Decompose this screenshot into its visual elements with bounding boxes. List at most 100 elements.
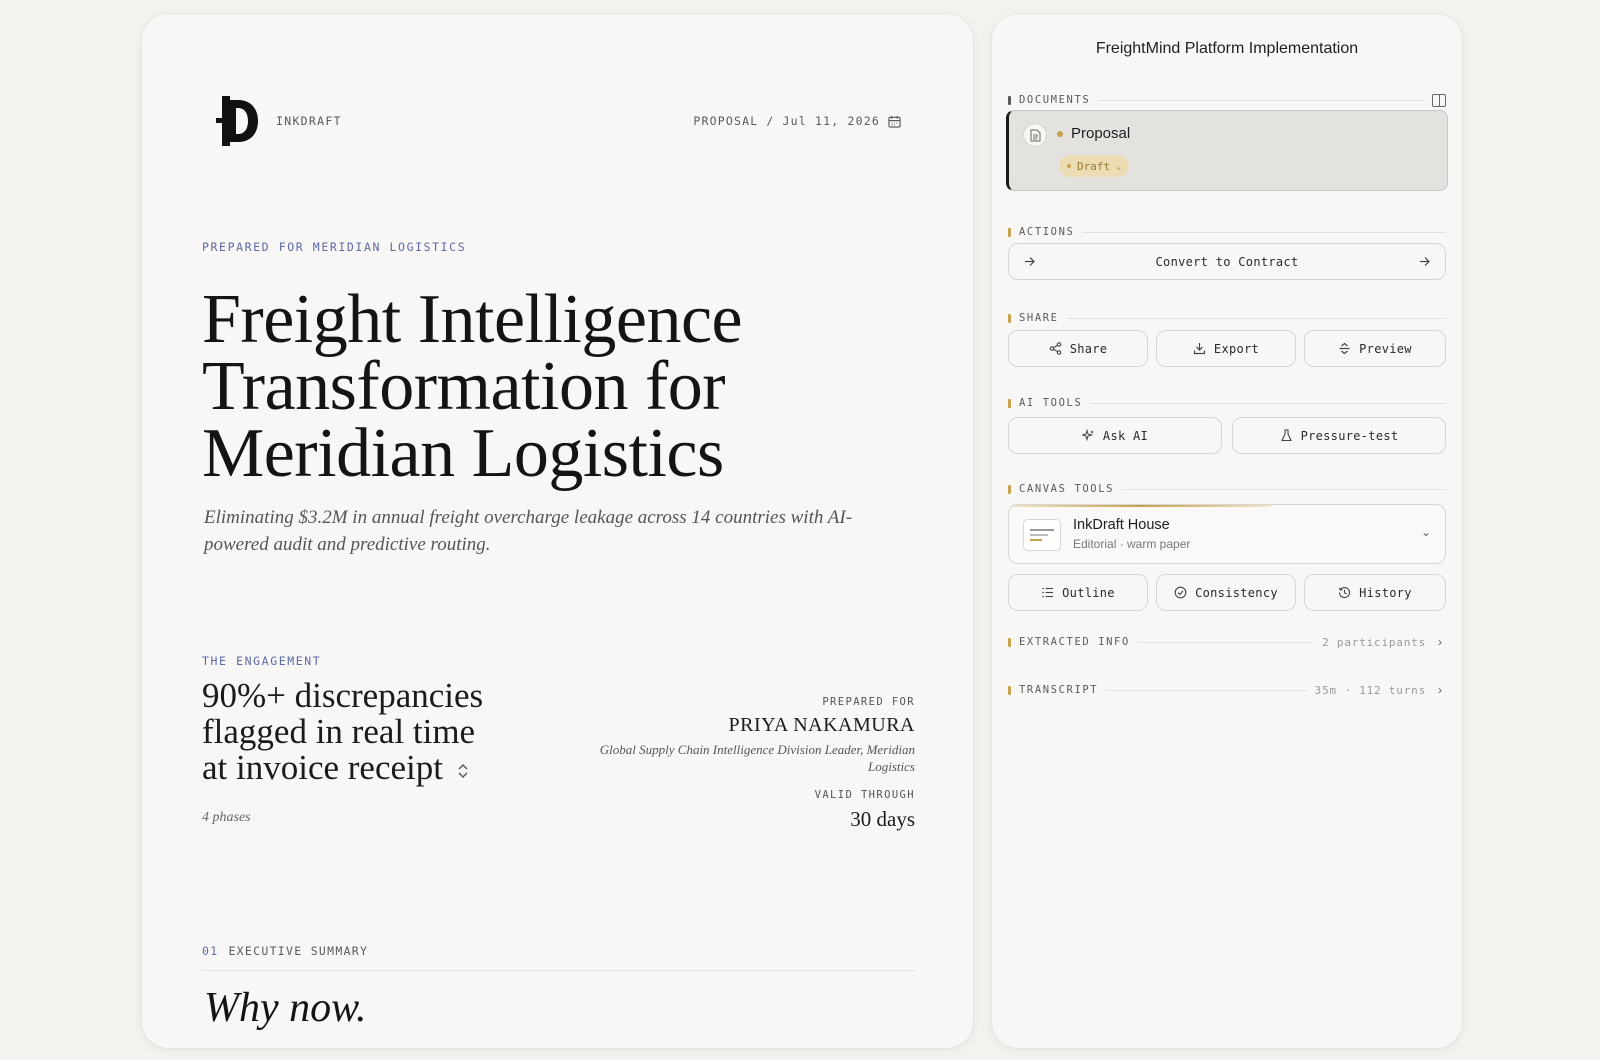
section-marker [1008,637,1011,647]
prepared-for-line: PREPARED FOR MERIDIAN LOGISTICS [202,240,467,254]
stepper-icon[interactable] [457,763,469,779]
list-icon [1042,587,1054,598]
section-marker [1008,398,1011,408]
status-dot [1057,130,1063,137]
section-rule [1122,488,1446,490]
section-number: 01 [202,944,219,958]
section-label: 01 EXECUTIVE SUMMARY [202,944,368,958]
convert-to-contract-button[interactable]: Convert to Contract [1008,243,1446,280]
document-subtitle[interactable]: Eliminating $3.2M in annual freight over… [204,504,894,558]
client-info: PREPARED FOR PRIYA NAKAMURA Global Suppl… [595,696,915,832]
outline-label: Outline [1062,585,1115,600]
flask-icon [1280,429,1292,442]
document-item-title: Proposal [1057,125,1130,142]
chevron-right-icon: › [1438,683,1442,697]
chevron-down-icon: ⌄ [1116,161,1121,171]
section-rule [1098,99,1424,101]
ask-ai-label: Ask AI [1102,428,1149,443]
theme-description: Editorial · warm paper [1073,537,1191,551]
stat-line-wrap: at invoice receipt [202,750,532,786]
participants-count: 2 participants [1322,635,1426,649]
actions-label: ACTIONS [1019,226,1075,238]
client-role[interactable]: Global Supply Chain Intelligence Divisio… [595,741,915,775]
section-marker [1008,313,1011,323]
section-rule [1066,317,1446,319]
document-item-label: Proposal [1071,125,1131,142]
document-canvas[interactable]: INKDRAFT PROPOSAL / Jul 11, 2026 PREPARE… [142,14,973,1048]
consistency-button[interactable]: Consistency [1156,574,1296,611]
transcript-row[interactable]: TRANSCRIPT 35m · 112 turns › [1008,683,1446,697]
title-line: Transformation for [202,348,726,425]
pressure-test-button[interactable]: Pressure-test [1232,417,1446,454]
preview-icon [1339,342,1350,355]
split-view-icon[interactable] [1432,93,1446,107]
outline-button[interactable]: Outline [1008,574,1148,611]
section-divider [202,970,915,971]
document-icon [1023,123,1047,147]
stat-line: at invoice receipt [202,748,443,787]
document-type: PROPOSAL [693,114,759,128]
convert-label: Convert to Contract [1155,254,1299,269]
chevron-right-icon: › [1438,635,1442,649]
calendar-icon[interactable] [888,115,901,128]
meta-separator: / [766,114,775,128]
theme-accent-bar [1009,505,1271,507]
brand-name: INKDRAFT [276,114,342,128]
stat-line: 90%+ discrepancies [202,676,484,715]
section-marker [1008,95,1011,105]
extracted-info-row[interactable]: EXTRACTED INFO 2 participants › [1008,635,1446,649]
section-marker [1008,484,1011,494]
section-rule [1082,231,1446,233]
share-section-header: SHARE [1008,311,1446,325]
history-label: History [1359,585,1412,600]
side-panel: FreightMind Platform Implementation DOCU… [992,14,1462,1048]
ai-tools-section-header: AI TOOLS [1008,396,1446,410]
check-circle-icon [1174,586,1187,599]
prepared-for-label: PREPARED FOR [822,696,915,708]
canvas-theme-select[interactable]: InkDraft House Editorial · warm paper ⌄ [1008,504,1446,564]
history-icon [1339,587,1351,599]
document-title[interactable]: Freight Intelligence Transformation for … [202,281,922,489]
section-heading[interactable]: Why now. [204,984,367,1032]
consistency-label: Consistency [1195,585,1278,600]
document-date[interactable]: Jul 11, 2026 [783,114,880,128]
section-rule [1137,641,1315,643]
title-line: Freight Intelligence [202,281,743,358]
canvas-tools-section-header: CANVAS TOOLS [1008,482,1446,496]
transcript-label: TRANSCRIPT [1019,684,1099,696]
section-rule [1090,402,1446,404]
valid-through-label: VALID THROUGH [814,789,915,801]
valid-through-value[interactable]: 30 days [595,807,915,832]
status-badge[interactable]: Draft ⌄ [1059,155,1129,177]
history-button[interactable]: History [1304,574,1446,611]
panel-title: FreightMind Platform Implementation [1095,40,1359,57]
engagement-label: THE ENGAGEMENT [202,654,322,668]
arrow-right-icon [1025,257,1035,266]
download-icon [1193,343,1206,355]
arrow-right-icon [1420,257,1430,266]
section-rule [1106,689,1307,691]
client-name[interactable]: PRIYA NAKAMURA [595,714,915,737]
theme-thumbnail [1023,519,1061,551]
export-button-label: Export [1213,341,1260,356]
export-button[interactable]: Export [1156,330,1296,367]
section-marker [1008,227,1011,237]
ask-ai-button[interactable]: Ask AI [1008,417,1222,454]
sparkle-icon [1081,429,1094,442]
document-item-proposal[interactable]: Proposal Draft ⌄ [1006,110,1448,191]
theme-name: InkDraft House [1073,517,1170,533]
preview-button[interactable]: Preview [1304,330,1446,367]
document-meta: PROPOSAL / Jul 11, 2026 [693,114,901,128]
share-button-label: Share [1069,341,1108,356]
stat-line: flagged in real time [202,712,476,751]
chevron-down-icon: ⌄ [1420,525,1431,539]
share-button[interactable]: Share [1008,330,1148,367]
actions-section-header: ACTIONS [1008,225,1446,239]
engagement-stat[interactable]: 90%+ discrepancies flagged in real time … [202,678,532,786]
inkdraft-logo [216,96,258,146]
pressure-test-label: Pressure-test [1300,428,1399,443]
canvas-tools-label: CANVAS TOOLS [1019,483,1115,495]
documents-section-header: DOCUMENTS [1008,93,1446,107]
status-badge-label: Draft [1077,159,1111,173]
share-label: SHARE [1019,312,1059,324]
